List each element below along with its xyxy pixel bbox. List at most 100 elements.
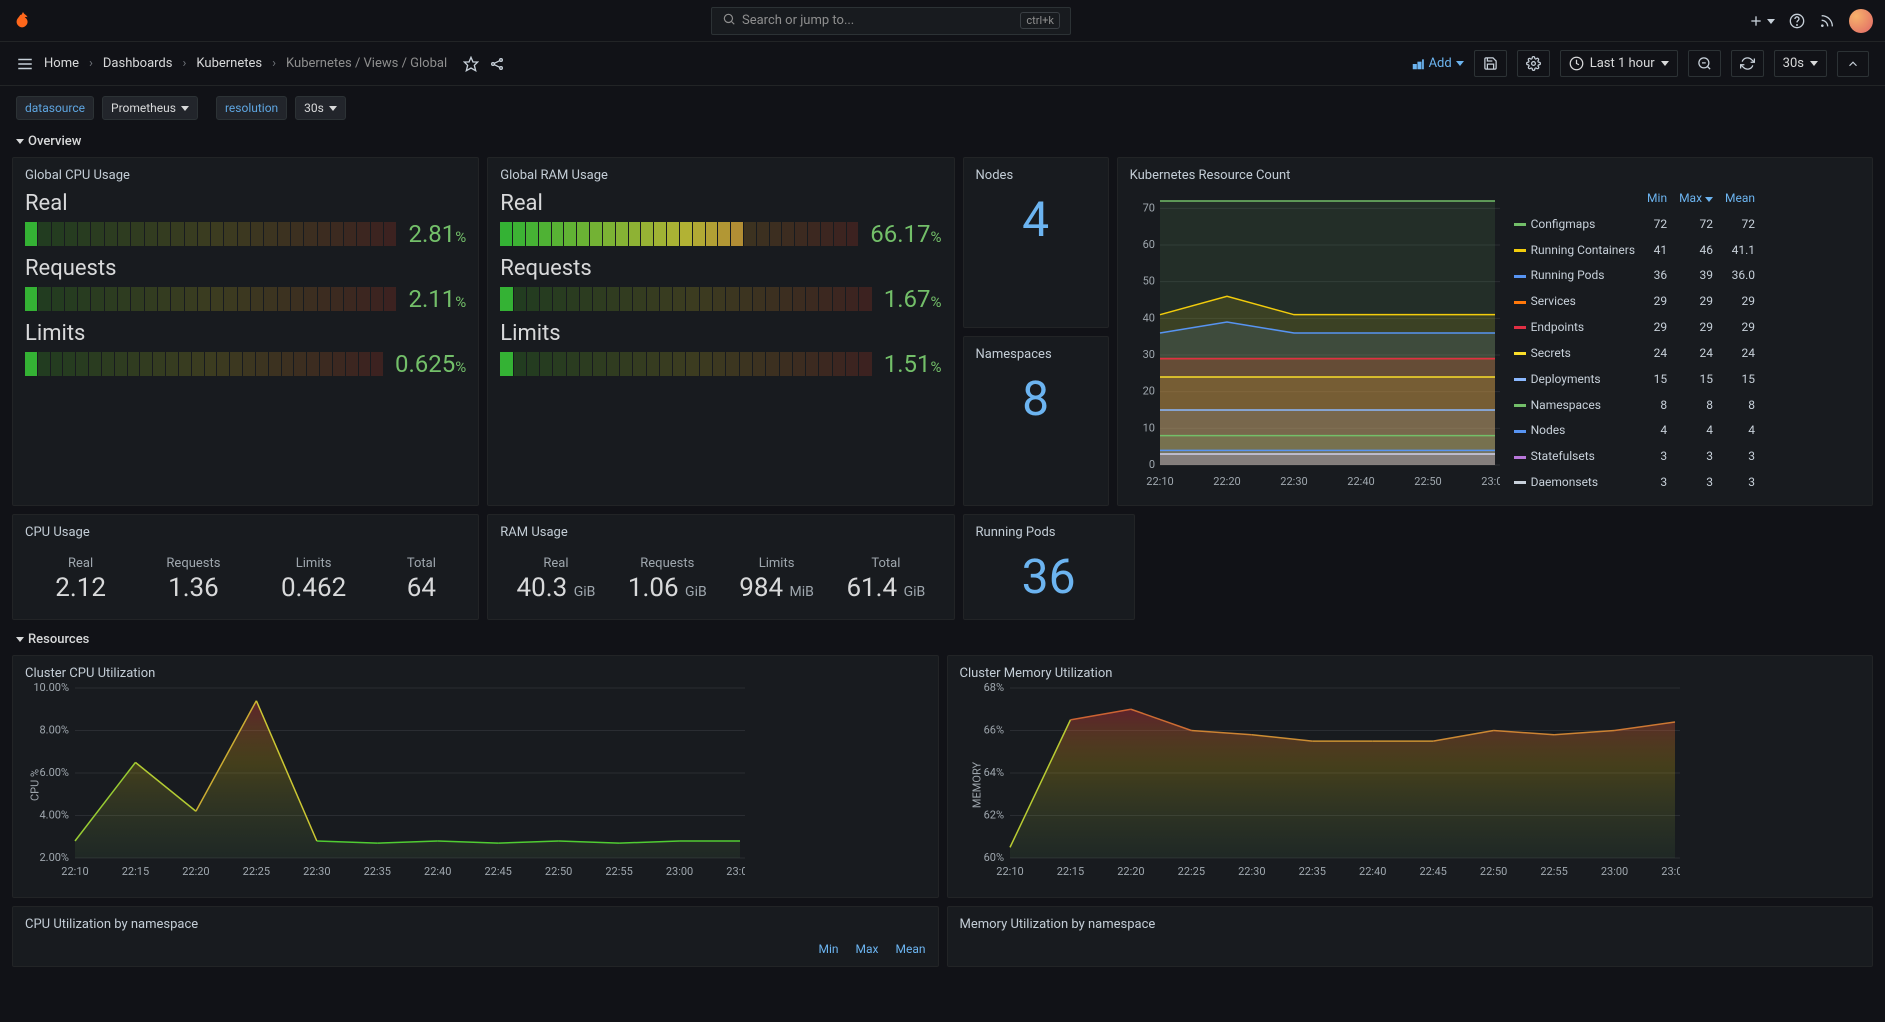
breadcrumb-dashboards[interactable]: Dashboards	[103, 56, 173, 71]
legend-row[interactable]: Endpoints292929	[1508, 314, 1761, 340]
svg-text:20: 20	[1142, 385, 1154, 398]
breadcrumb-sep: ›	[182, 56, 186, 71]
gauge-bar	[500, 222, 858, 246]
svg-text:22:10: 22:10	[1146, 475, 1173, 488]
add-button[interactable]: Add	[1411, 56, 1464, 71]
breadcrumb-kubernetes[interactable]: Kubernetes	[196, 56, 262, 71]
panel-namespaces[interactable]: Namespaces 8	[963, 336, 1109, 507]
panel-title: RAM Usage	[500, 525, 941, 540]
svg-text:22:10: 22:10	[61, 865, 88, 878]
help-icon[interactable]	[1789, 13, 1805, 29]
legend-row[interactable]: Running Pods363936.0	[1508, 262, 1761, 288]
var-datasource-label: datasource	[16, 96, 94, 120]
rss-icon[interactable]	[1819, 13, 1835, 29]
stat-label: Limits	[281, 556, 346, 571]
svg-text:2.00%: 2.00%	[39, 851, 69, 864]
svg-text:6.00%: 6.00%	[39, 766, 69, 779]
svg-text:40: 40	[1142, 311, 1154, 324]
stat-value: 0.462	[281, 573, 346, 603]
refresh-interval-button[interactable]: 30s	[1774, 50, 1827, 77]
topbar: Search or jump to... ctrl+k	[0, 0, 1885, 42]
gauge-value: 66.17%	[870, 220, 941, 248]
svg-text:22:20: 22:20	[1117, 865, 1144, 878]
stat-label: Total	[846, 556, 925, 571]
collapse-icon[interactable]	[1837, 51, 1869, 77]
cluster-cpu-chart: 2.00%4.00%6.00%8.00%10.00%22:1022:1522:2…	[25, 683, 745, 883]
legend-row[interactable]: Configmaps727272	[1508, 211, 1761, 237]
panel-title: Namespaces	[976, 347, 1096, 362]
menu-icon[interactable]	[16, 55, 34, 73]
legend-row[interactable]: Namespaces888	[1508, 392, 1761, 418]
panel-running-pods[interactable]: Running Pods 36	[963, 514, 1135, 620]
zoom-out-icon[interactable]	[1688, 50, 1721, 77]
breadcrumb-home[interactable]: Home	[44, 56, 79, 71]
legend-row[interactable]: Nodes444	[1508, 417, 1761, 443]
svg-text:60%: 60%	[983, 851, 1003, 864]
legend-row[interactable]: Services292929	[1508, 288, 1761, 314]
save-icon[interactable]	[1474, 50, 1507, 77]
panel-cluster-mem[interactable]: Cluster Memory Utilization MEMORY 60%62%…	[947, 655, 1874, 898]
svg-text:30: 30	[1142, 348, 1154, 361]
svg-text:62%: 62%	[983, 809, 1003, 822]
var-resolution-value: 30s	[304, 101, 324, 115]
panel-title: Cluster Memory Utilization	[960, 666, 1861, 681]
panel-title: CPU Utilization by namespace	[25, 917, 926, 932]
legend-row[interactable]: Deployments151515	[1508, 366, 1761, 392]
var-resolution-label: resolution	[216, 96, 287, 120]
svg-text:23:00: 23:00	[666, 865, 693, 878]
var-resolution-select[interactable]: 30s	[295, 96, 346, 120]
navbar: Home › Dashboards › Kubernetes › Kuberne…	[0, 42, 1885, 86]
panel-cluster-cpu[interactable]: Cluster CPU Utilization CPU % 2.00%4.00%…	[12, 655, 939, 898]
panel-cpu-by-namespace[interactable]: CPU Utilization by namespace Min Max Mea…	[12, 906, 939, 967]
svg-text:22:50: 22:50	[545, 865, 572, 878]
panel-ram-usage[interactable]: RAM Usage Real40.3 GiB Requests1.06 GiB …	[487, 514, 954, 620]
panel-resource-count[interactable]: Kubernetes Resource Count 01020304050607…	[1117, 157, 1873, 506]
gauge-label: Limits	[25, 321, 466, 346]
svg-text:50: 50	[1142, 275, 1154, 288]
template-variables: datasource Prometheus resolution 30s	[0, 86, 1885, 130]
global-search[interactable]: Search or jump to... ctrl+k	[711, 7, 1071, 35]
panel-cpu-usage[interactable]: CPU Usage Real2.12 Requests1.36 Limits0.…	[12, 514, 479, 620]
add-button-label: Add	[1429, 56, 1452, 71]
svg-text:22:45: 22:45	[1419, 865, 1446, 878]
svg-text:22:55: 22:55	[1540, 865, 1567, 878]
svg-text:22:25: 22:25	[243, 865, 270, 878]
time-range-button[interactable]: Last 1 hour	[1560, 50, 1678, 77]
stat-value: 40.3 GiB	[517, 573, 596, 603]
share-icon[interactable]	[489, 56, 505, 72]
chevron-down-icon	[16, 139, 24, 144]
legend-row[interactable]: Statefulsets333	[1508, 443, 1761, 469]
panel-mem-by-namespace[interactable]: Memory Utilization by namespace	[947, 906, 1874, 967]
legend-row[interactable]: Running Containers414641.1	[1508, 237, 1761, 263]
svg-text:22:10: 22:10	[996, 865, 1023, 878]
legend-header-max: Max	[856, 942, 879, 956]
legend-row[interactable]: Daemonsets333	[1508, 469, 1761, 495]
legend-row[interactable]: Secrets242424	[1508, 340, 1761, 366]
user-avatar[interactable]	[1849, 9, 1873, 33]
panel-nodes[interactable]: Nodes 4	[963, 157, 1109, 328]
panel-global-cpu-usage[interactable]: Global CPU Usage Real2.81%Requests2.11%L…	[12, 157, 479, 506]
panel-title: Global CPU Usage	[25, 168, 466, 183]
svg-text:22:30: 22:30	[1238, 865, 1265, 878]
section-resources-header[interactable]: Resources	[12, 628, 1873, 655]
refresh-icon[interactable]	[1731, 50, 1764, 77]
svg-text:68%: 68%	[983, 683, 1003, 694]
stat-label: Requests	[166, 556, 220, 571]
section-overview-header[interactable]: Overview	[12, 130, 1873, 157]
stat-label: Limits	[739, 556, 814, 571]
section-resources-label: Resources	[28, 632, 89, 647]
svg-text:22:50: 22:50	[1414, 475, 1441, 488]
plus-icon[interactable]	[1748, 13, 1775, 29]
svg-text:22:40: 22:40	[1359, 865, 1386, 878]
svg-text:22:15: 22:15	[122, 865, 149, 878]
section-overview-label: Overview	[28, 134, 81, 149]
svg-text:22:25: 22:25	[1177, 865, 1204, 878]
panel-title: Kubernetes Resource Count	[1130, 168, 1860, 183]
panel-global-ram-usage[interactable]: Global RAM Usage Real66.17%Requests1.67%…	[487, 157, 954, 506]
search-placeholder: Search or jump to...	[742, 13, 854, 28]
svg-text:10: 10	[1142, 421, 1154, 434]
svg-text:22:15: 22:15	[1056, 865, 1083, 878]
var-datasource-select[interactable]: Prometheus	[102, 96, 198, 120]
star-icon[interactable]	[463, 56, 479, 72]
settings-icon[interactable]	[1517, 50, 1550, 77]
